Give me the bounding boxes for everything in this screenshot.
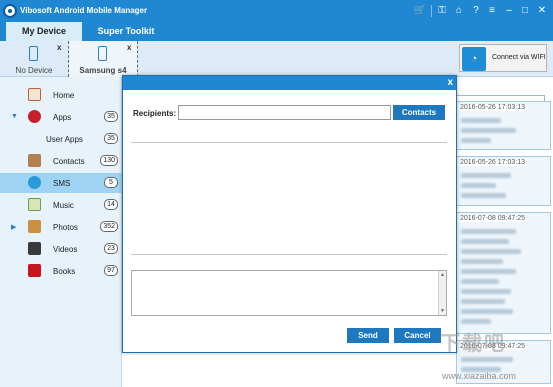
key-icon[interactable]: ⚿ (435, 4, 449, 18)
sms-icon (28, 176, 41, 189)
list-item[interactable]: 2016-05-26 17:03:13 (456, 156, 551, 206)
device-label: Samsung s4 (79, 66, 127, 75)
message-timestamp: 2016-07-08 09:47:25 (459, 215, 526, 222)
sidebar-item-photos[interactable]: ▶ Photos 352 (0, 217, 122, 237)
close-device-icon[interactable]: x (127, 43, 131, 52)
menu-icon[interactable]: ≡ (485, 4, 499, 18)
list-item[interactable]: 2016-05-26 17:03:13 (456, 101, 551, 150)
divider (131, 254, 447, 255)
count-badge: 97 (104, 265, 118, 276)
wifi-icon: ◔ (462, 47, 486, 71)
phone-icon (98, 46, 107, 61)
sidebar-item-label: Home (53, 91, 75, 100)
recipients-label: Recipients: (133, 109, 177, 118)
contacts-button[interactable]: Contacts (393, 105, 445, 120)
device-samsung[interactable]: x Samsung s4 (68, 41, 138, 77)
sidebar-item-label: SMS (53, 179, 71, 188)
watermark-logo: 下载吧 (440, 333, 506, 355)
main-tabs: My Device Super Toolkit (0, 22, 553, 41)
scroll-down-icon[interactable]: ▼ (440, 308, 445, 314)
count-badge: 23 (104, 243, 118, 254)
chevron-right-icon[interactable]: ▶ (11, 223, 16, 231)
message-timestamp: 2016-05-26 17:03:13 (459, 104, 526, 111)
sidebar-item-label: Books (53, 267, 76, 276)
minimize-icon[interactable]: – (502, 4, 516, 18)
sidebar-item-sms[interactable]: SMS 5 (0, 173, 122, 193)
scrollbar[interactable]: ▲ ▼ (438, 271, 446, 315)
sidebar-item-videos[interactable]: Videos 23 (0, 239, 122, 259)
sidebar-item-label: User Apps (46, 135, 83, 144)
tab-super-toolkit[interactable]: Super Toolkit (86, 22, 166, 41)
chevron-down-icon[interactable]: ▼ (11, 113, 18, 120)
sidebar-item-music[interactable]: Music 14 (0, 195, 122, 215)
device-label: No Device (15, 66, 53, 75)
sidebar-item-label: Photos (53, 223, 78, 232)
count-badge: 35 (104, 133, 118, 144)
sidebar-item-apps[interactable]: ▼ Apps 35 (0, 107, 122, 127)
sidebar-item-user-apps[interactable]: User Apps 35 (0, 129, 122, 149)
home-icon (28, 88, 41, 101)
count-badge: 5 (104, 177, 118, 188)
device-no-device[interactable]: x No Device (0, 41, 68, 77)
sidebar-item-label: Apps (53, 113, 72, 122)
sidebar-item-label: Videos (53, 245, 78, 254)
watermark: 下载吧 www.xiazaiba.com (432, 323, 553, 387)
count-badge: 130 (100, 155, 118, 166)
watermark-url: www.xiazaiba.com (442, 371, 517, 381)
close-device-icon[interactable]: x (57, 43, 61, 52)
recipients-input[interactable] (178, 105, 391, 120)
scroll-up-icon[interactable]: ▲ (440, 272, 445, 278)
list-item[interactable]: 2016-07-08 09:47:25 (456, 212, 551, 334)
sidebar-item-contacts[interactable]: Contacts 130 (0, 151, 122, 171)
music-icon (28, 198, 41, 211)
count-badge: 352 (100, 221, 118, 232)
divider (131, 142, 447, 143)
sidebar-item-books[interactable]: Books 97 (0, 261, 122, 281)
close-icon[interactable]: ✕ (535, 4, 549, 18)
books-icon (28, 264, 41, 277)
phone-icon (29, 46, 38, 61)
message-input[interactable]: ▲ ▼ (131, 270, 447, 316)
count-badge: 14 (104, 199, 118, 210)
videos-icon (28, 242, 41, 255)
maximize-icon[interactable]: □ (518, 4, 532, 18)
cart-icon[interactable]: 🛒 (413, 4, 427, 18)
close-icon[interactable]: x (447, 77, 453, 89)
dialog-header: x (123, 76, 456, 90)
photos-icon (28, 220, 41, 233)
window-title: Vibosoft Android Mobile Manager (20, 6, 148, 15)
sidebar-item-label: Music (53, 201, 74, 210)
help-icon[interactable]: ? (469, 4, 483, 18)
apps-icon (28, 110, 41, 123)
new-message-dialog: x Recipients: Contacts ▲ ▼ Send Cancel (122, 75, 457, 353)
message-timestamp: 2016-05-26 17:03:13 (459, 159, 526, 166)
app-logo-icon (3, 4, 17, 18)
contacts-icon (28, 154, 41, 167)
tab-my-device[interactable]: My Device (6, 22, 82, 41)
toolbar-divider (431, 5, 432, 17)
home-icon[interactable]: ⌂ (452, 4, 466, 18)
sidebar-item-label: Contacts (53, 157, 85, 166)
sidebar: Home ▼ Apps 35 User Apps 35 Contacts 130… (0, 77, 122, 387)
title-bar: Vibosoft Android Mobile Manager 🛒 ⚿ ⌂ ? … (0, 0, 553, 22)
sidebar-item-home[interactable]: Home (0, 85, 122, 105)
connect-wifi-label: Connect via WIFI (492, 54, 546, 61)
connect-wifi-button[interactable]: ◔ Connect via WIFI (459, 44, 547, 72)
count-badge: 35 (104, 111, 118, 122)
send-button[interactable]: Send (347, 328, 389, 343)
